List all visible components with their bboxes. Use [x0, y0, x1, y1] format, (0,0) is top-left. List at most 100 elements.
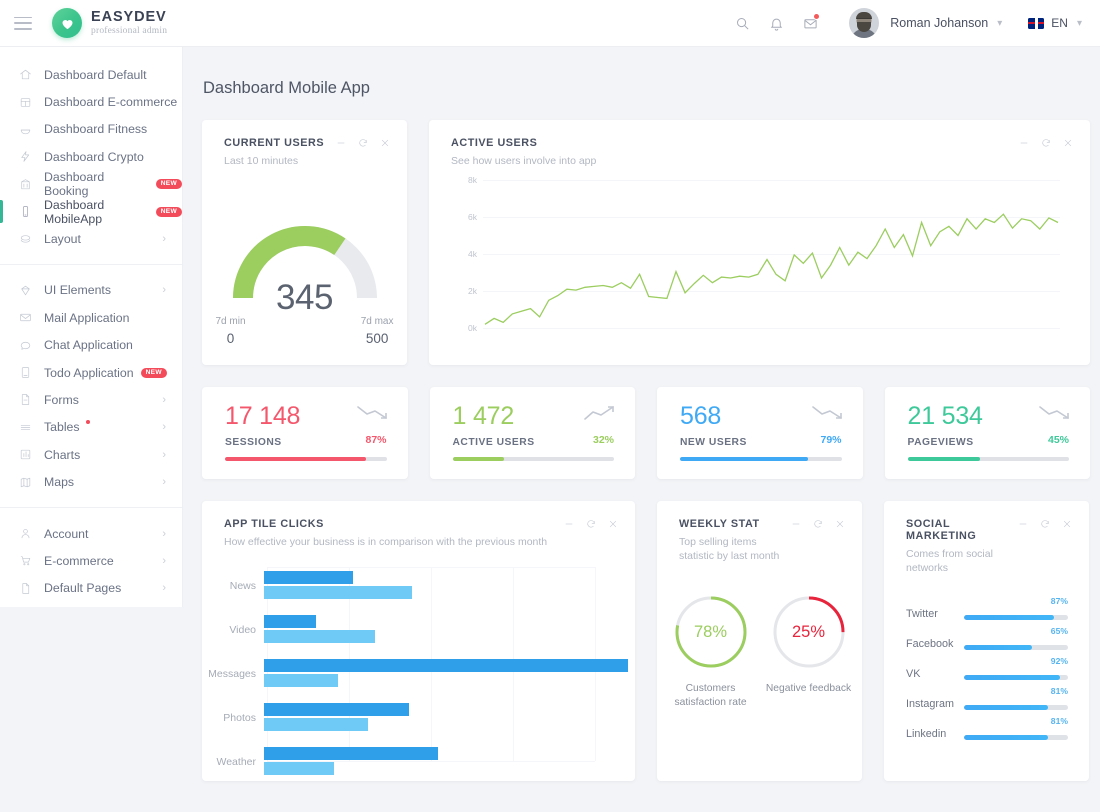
sidebar-item-dashboard-e-commerce[interactable]: Dashboard E-commerce: [0, 88, 182, 115]
card-app-tile-clicks: APP TILE CLICKS How effective your busin…: [202, 501, 635, 781]
bar-previous-month: [264, 674, 338, 687]
sidebar-item-e-commerce[interactable]: E-commerce›: [0, 547, 182, 574]
bar-current-month: [264, 659, 628, 672]
search-icon[interactable]: [725, 6, 759, 40]
sidebar-item-label: Default Pages: [44, 581, 121, 595]
sidebar-item-layout[interactable]: Layout›: [0, 225, 182, 252]
sidebar-item-account[interactable]: Account ›: [0, 520, 182, 547]
kpi-percent: 87%: [365, 434, 386, 446]
mail-icon[interactable]: [793, 6, 827, 40]
kpi-label: NEW USERS: [680, 437, 843, 448]
language-selector[interactable]: EN ▾: [1028, 16, 1082, 30]
card-subtitle: Comes from social networks: [906, 547, 1018, 575]
sidebar-item-label: E-commerce: [44, 554, 114, 568]
gauge-range-labels: 7d min 0 7d max 500: [216, 316, 394, 346]
sidebar-item-dashboard-crypto[interactable]: Dashboard Crypto: [0, 143, 182, 170]
chevron-down-icon: ▾: [997, 18, 1002, 29]
bar-current-month: [264, 571, 353, 584]
refresh-icon[interactable]: [1041, 138, 1051, 148]
sidebar-item-mail-application[interactable]: Mail Application: [0, 304, 182, 331]
social-rows: Twitter87%Facebook65%VK92%Instagram81%Li…: [884, 575, 1089, 749]
card-title: WEEKLY STAT: [679, 518, 791, 530]
bar-previous-month: [264, 718, 368, 731]
mobile-icon: [18, 204, 33, 219]
bar-category-label: Photos: [202, 712, 264, 724]
user-icon: [18, 526, 33, 541]
sidebar-item-label: Maps: [44, 475, 74, 489]
sidebar-item-tables[interactable]: Tables›: [0, 414, 182, 441]
sidebar-item-label: Layout: [44, 232, 81, 246]
gauge-value: 345: [225, 278, 385, 318]
refresh-icon[interactable]: [1040, 519, 1050, 529]
kpi-row: 17 148SESSIONS87%1 472ACTIVE USERS32%568…: [202, 387, 1090, 479]
sidebar-item-charts[interactable]: Charts›: [0, 441, 182, 468]
social-network-name: VK: [906, 668, 964, 680]
donut-item: 25%Negative feedback: [763, 593, 855, 710]
new-badge: NEW: [156, 179, 182, 189]
social-row-facebook: Facebook65%: [906, 629, 1068, 659]
minimize-icon[interactable]: [791, 519, 801, 529]
uk-flag-icon: [1028, 18, 1044, 29]
close-icon[interactable]: [1063, 138, 1073, 148]
bell-icon[interactable]: [759, 6, 793, 40]
brand-logo[interactable]: EASYDEV professional admin: [52, 8, 167, 38]
sidebar-item-forms[interactable]: Forms›: [0, 386, 182, 413]
social-percent: 81%: [1051, 716, 1068, 726]
minimize-icon[interactable]: [1019, 138, 1029, 148]
sidebar-item-ui-elements[interactable]: UI Elements›: [0, 277, 182, 304]
close-icon[interactable]: [608, 519, 618, 529]
gauge-chart: 345: [225, 214, 385, 314]
minimize-icon[interactable]: [336, 138, 346, 148]
social-progress-fill: [964, 705, 1048, 711]
sidebar-item-dashboard-mobileapp[interactable]: Dashboard MobileAppNEW: [0, 198, 182, 225]
social-network-name: Linkedin: [906, 728, 964, 740]
chevron-right-icon: ›: [162, 528, 166, 540]
refresh-icon[interactable]: [586, 519, 596, 529]
social-progress-track: [964, 645, 1068, 651]
brand-subtitle: professional admin: [91, 27, 167, 37]
minimize-icon[interactable]: [1018, 519, 1028, 529]
card-subtitle: How effective your business is in compar…: [224, 535, 564, 549]
card-subtitle: Top selling items statistic by last mont…: [679, 535, 791, 563]
y-axis-tick: 2k: [468, 286, 477, 296]
menu-toggle-icon[interactable]: [14, 17, 32, 30]
sidebar-item-label: Account: [44, 527, 88, 541]
minimize-icon[interactable]: [564, 519, 574, 529]
sidebar-item-label: Charts: [44, 448, 80, 462]
cart-icon: [18, 553, 33, 568]
sidebar-item-label: Dashboard Crypto: [44, 150, 144, 164]
close-icon[interactable]: [1062, 519, 1072, 529]
bar-current-month: [264, 747, 438, 760]
sidebar-item-dashboard-fitness[interactable]: Dashboard Fitness: [0, 116, 182, 143]
kpi-progress-fill: [908, 457, 981, 462]
top-bar-actions: Roman Johanson ▾ EN ▾: [725, 6, 1100, 40]
bar-category-label: Video: [202, 624, 264, 636]
bar-category-label: Messages: [202, 668, 264, 680]
donut-chart: 25%: [770, 593, 848, 671]
refresh-icon[interactable]: [813, 519, 823, 529]
sidebar-item-dashboard-default[interactable]: Dashboard Default: [0, 61, 182, 88]
donut-value: 78%: [672, 593, 750, 671]
donut-value: 25%: [770, 593, 848, 671]
kpi-progress-fill: [680, 457, 808, 462]
user-menu[interactable]: Roman Johanson ▾: [849, 8, 1002, 38]
bar-current-month: [264, 703, 409, 716]
sidebar-item-todo-application[interactable]: Todo ApplicationNEW: [0, 359, 182, 386]
sidebar-item-label: Dashboard Default: [44, 68, 147, 82]
trend-down-icon: [357, 405, 387, 421]
y-axis-tick: 8k: [468, 175, 477, 185]
active-users-line-chart: 8k6k4k2k0k: [437, 180, 1078, 355]
bar-pair: [264, 703, 635, 733]
social-network-name: Facebook: [906, 638, 964, 650]
sidebar-item-chat-application[interactable]: Chat Application: [0, 332, 182, 359]
close-icon[interactable]: [835, 519, 845, 529]
close-icon[interactable]: [380, 138, 390, 148]
sidebar-item-dashboard-booking[interactable]: Dashboard BookingNEW: [0, 171, 182, 198]
refresh-icon[interactable]: [358, 138, 368, 148]
notification-dot-badge: [86, 420, 91, 425]
bar-previous-month: [264, 630, 375, 643]
sidebar-item-maps[interactable]: Maps›: [0, 468, 182, 495]
social-progress-track: [964, 705, 1068, 711]
chevron-down-icon: ▾: [1077, 18, 1082, 29]
sidebar-item-default-pages[interactable]: Default Pages›: [0, 575, 182, 602]
